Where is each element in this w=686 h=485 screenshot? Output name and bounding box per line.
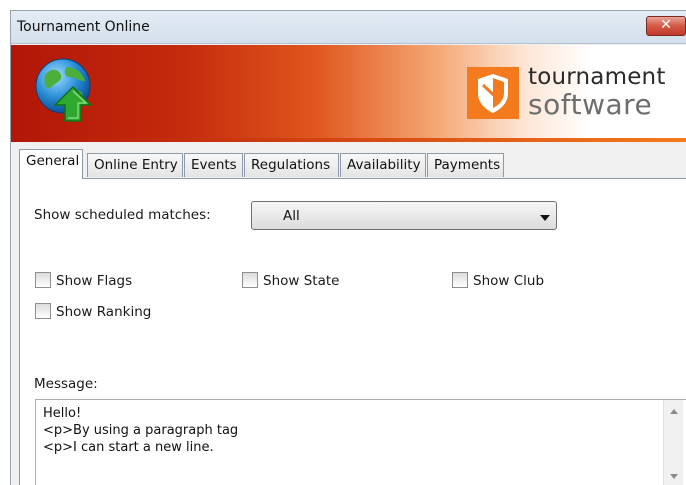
message-scrollbar[interactable] — [663, 400, 683, 485]
scheduled-matches-select[interactable]: All — [251, 201, 557, 230]
show-ranking-label: Show Ranking — [56, 304, 152, 320]
banner-accent-bar — [11, 138, 686, 142]
logo-text-tournament: tournament — [528, 64, 666, 90]
tab-general[interactable]: General — [19, 149, 83, 179]
show-ranking-checkbox[interactable] — [35, 303, 51, 319]
scheduled-matches-label: Show scheduled matches: — [34, 207, 211, 223]
logo-text-software: software — [528, 88, 653, 121]
header-banner: tournament software — [11, 45, 686, 139]
show-flags-label: Show Flags — [56, 273, 133, 289]
show-club-label: Show Club — [473, 273, 545, 289]
tab-payments[interactable]: Payments — [427, 153, 504, 177]
scroll-down-arrow-icon[interactable] — [670, 474, 678, 479]
scheduled-matches-value: All — [283, 208, 300, 224]
message-textarea[interactable]: Hello! <p>By using a paragraph tag <p>I … — [35, 399, 686, 485]
tab-events[interactable]: Events — [184, 153, 243, 177]
window-title: Tournament Online — [17, 19, 150, 35]
globe-upload-icon — [35, 58, 93, 122]
tab-availability[interactable]: Availability — [340, 153, 426, 177]
scroll-up-arrow-icon[interactable] — [670, 409, 678, 414]
close-button[interactable]: ✕ — [646, 16, 686, 36]
close-x-icon: ✕ — [660, 17, 672, 33]
title-bar: Tournament Online ✕ — [11, 11, 686, 44]
tab-online-entry[interactable]: Online Entry — [87, 153, 183, 177]
message-line: <p>I can start a new line. — [43, 440, 214, 455]
message-line: Hello! — [43, 406, 82, 421]
message-label: Message: — [34, 376, 98, 392]
show-state-checkbox[interactable] — [242, 272, 258, 288]
show-club-checkbox[interactable] — [452, 272, 468, 288]
show-state-label: Show State — [263, 273, 340, 289]
tournament-online-window: Tournament Online ✕ tournament software … — [10, 10, 686, 485]
tournament-software-shield-icon — [467, 67, 519, 119]
dropdown-arrow-icon — [540, 215, 550, 221]
message-text: Hello! <p>By using a paragraph tag <p>I … — [43, 405, 238, 456]
tab-regulations[interactable]: Regulations — [244, 153, 339, 177]
general-tab-panel: Show scheduled matches: All Show Flags S… — [19, 178, 686, 485]
message-line: <p>By using a paragraph tag — [43, 423, 239, 438]
show-flags-checkbox[interactable] — [35, 272, 51, 288]
